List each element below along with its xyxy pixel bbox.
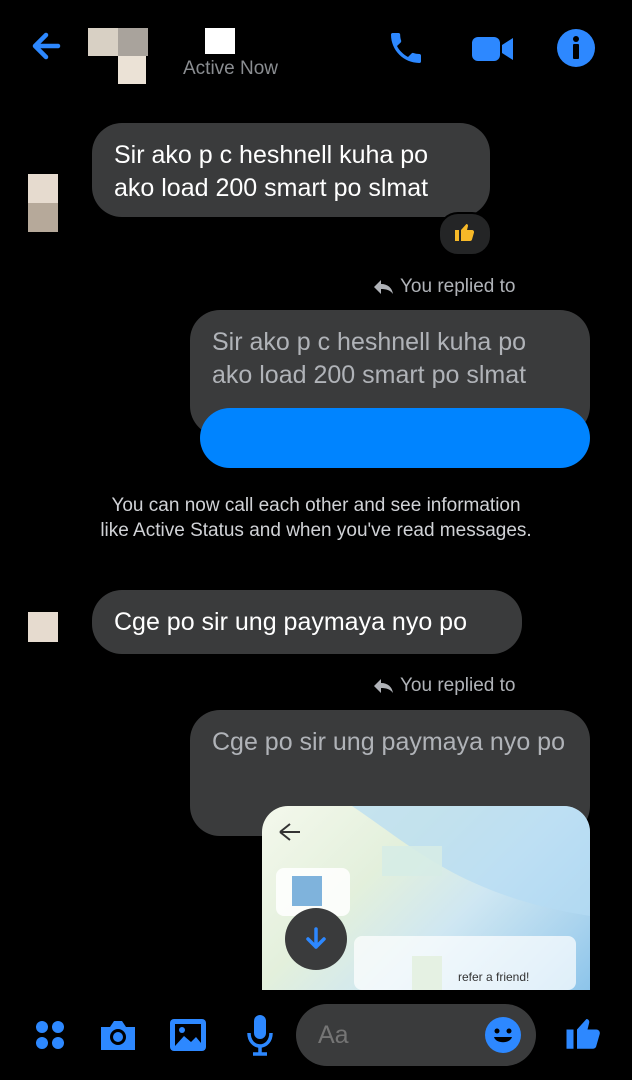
image-caption: refer a friend! bbox=[458, 970, 530, 984]
video-camera-icon[interactable] bbox=[470, 28, 516, 68]
active-status: Active Now bbox=[183, 58, 279, 79]
system-notice: You can now call each other and see info… bbox=[100, 495, 532, 541]
scroll-to-bottom-button[interactable] bbox=[285, 908, 347, 970]
emoji-icon[interactable] bbox=[484, 1016, 522, 1054]
reply-arrow-icon bbox=[374, 679, 393, 693]
reaction-badge[interactable] bbox=[438, 212, 492, 256]
message-composer[interactable] bbox=[296, 1004, 536, 1066]
incoming-message[interactable]: Sir ako p c heshnell kuha po ako load 20… bbox=[92, 123, 490, 217]
thumbs-up-icon[interactable] bbox=[562, 1008, 606, 1058]
info-icon[interactable] bbox=[556, 28, 596, 68]
camera-icon[interactable] bbox=[96, 1010, 140, 1060]
reply-arrow-icon bbox=[374, 280, 393, 294]
incoming-message[interactable]: Cge po sir ung paymaya nyo po bbox=[92, 590, 522, 654]
back-arrow-icon[interactable] bbox=[28, 28, 64, 64]
microphone-icon[interactable] bbox=[238, 1010, 282, 1060]
gallery-icon[interactable] bbox=[166, 1010, 210, 1060]
thumbs-up-reaction-icon bbox=[453, 220, 477, 249]
reply-indicator: You replied to bbox=[372, 276, 516, 298]
contact-avatar[interactable] bbox=[88, 28, 148, 84]
phone-icon[interactable] bbox=[386, 28, 426, 68]
reply-indicator: You replied to bbox=[372, 675, 516, 697]
outgoing-message[interactable] bbox=[200, 408, 590, 468]
contact-name[interactable] bbox=[205, 28, 235, 54]
message-input[interactable] bbox=[316, 1020, 480, 1051]
arrow-down-icon bbox=[306, 927, 326, 949]
apps-icon[interactable] bbox=[28, 1010, 72, 1060]
sender-avatar[interactable] bbox=[28, 612, 58, 642]
sender-avatar[interactable] bbox=[28, 174, 58, 232]
